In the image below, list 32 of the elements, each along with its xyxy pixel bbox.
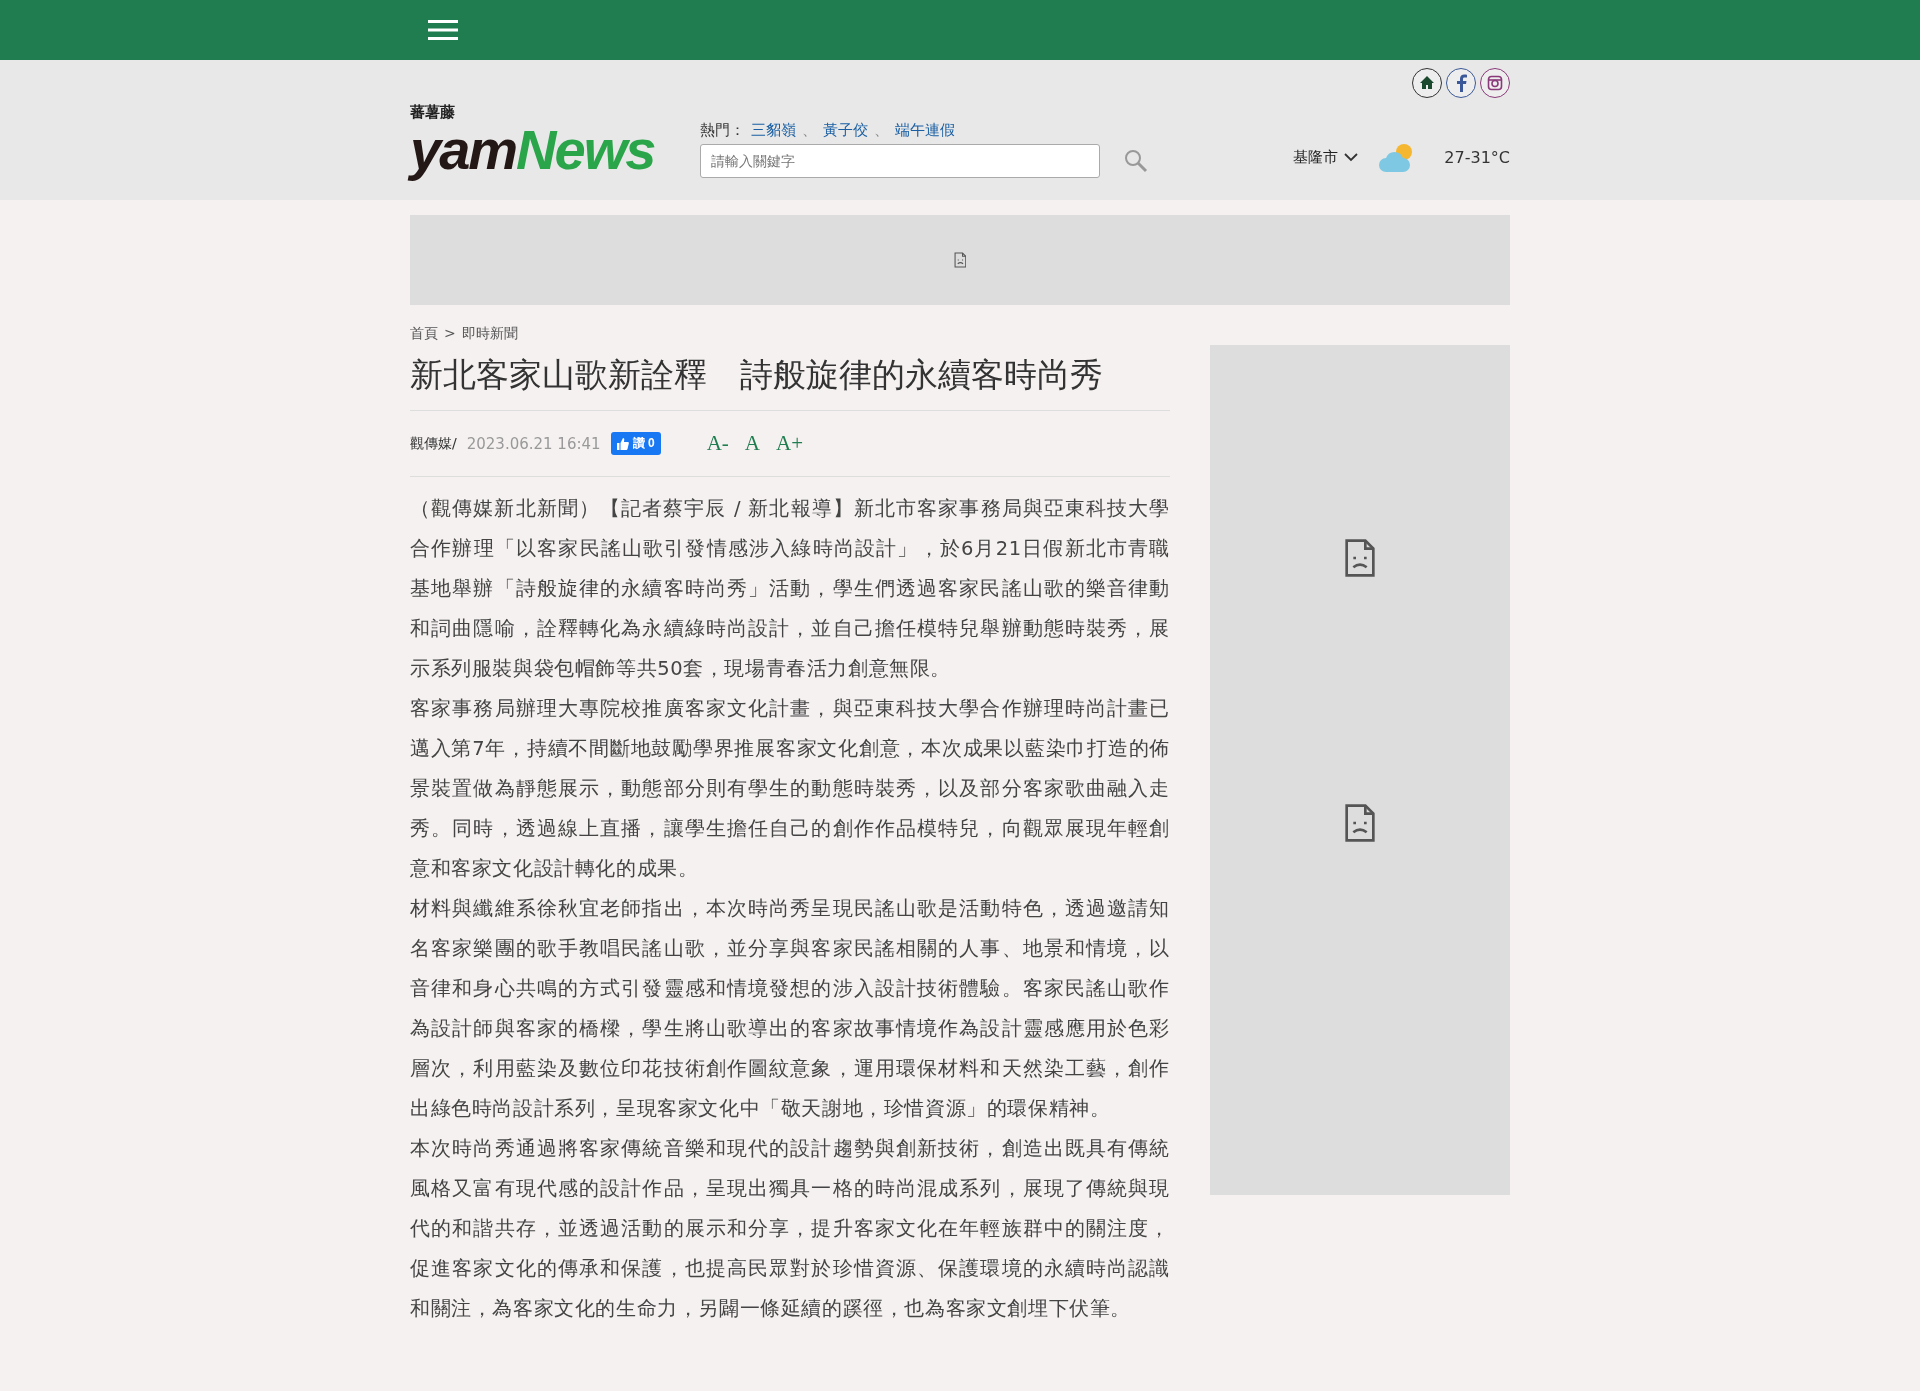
broken-image-icon [953, 252, 967, 268]
search-field[interactable]: 請輸入關鍵字 [700, 144, 1100, 178]
instagram-icon[interactable] [1480, 68, 1510, 98]
article-source: 觀傳媒/ [410, 434, 457, 453]
article-paragraph: 材料與纖維系徐秋宜老師指出，本次時尚秀呈現民謠山歌是活動特色，透過邀請知名客家樂團的歌手教唱民謠山歌，並分享與客家民謠相關的人事、地景和情境，以音律和身心共鳴的方式引發靈感和情境發想的涉入設計技術體驗。客家民謠山歌作為設計師與客家的橋樑，學生將山歌導出的客家故事情境作為設計靈感應用於色彩層次，利用藍染及數位印花技術創作圖紋意象，運用環保材料和天然染工藝，創作出綠色時尚設計系列，呈現客家文化中「敬天謝地，珍惜資源」的環保精神。 [410, 896, 1170, 1122]
hot-topic-link[interactable]: 三貂嶺 [751, 121, 796, 140]
font-size-button[interactable]: A- [706, 431, 729, 456]
breadcrumb-link[interactable]: 即時新聞 [461, 325, 518, 343]
city-dropdown[interactable]: 基隆市 [1287, 146, 1365, 168]
breadcrumb-link[interactable]: 首頁 [410, 325, 438, 343]
thumbs-up-icon [616, 437, 629, 450]
chevron-down-icon [1344, 152, 1359, 162]
facebook-icon[interactable] [1446, 68, 1476, 98]
hot-label: 熱門： [700, 121, 745, 140]
broken-image-icon [1344, 802, 1376, 843]
broken-image-icon [1344, 537, 1376, 578]
temperature: 27-31°C [1444, 147, 1510, 167]
separator: 、 [802, 121, 817, 140]
hot-topic-link[interactable]: 黃子佼 [823, 121, 868, 140]
article-paragraph: （觀傳媒新北新聞）【記者蔡宇辰 / 新北報導】新北市客家事務局與亞東科技大學合作辦理「以客家民謠山歌引發情感涉入綠時尚設計」，於6月21日假新北市青職基地舉辦「詩般旋律的永續客時尚秀」活動，學生們透過客家民謠山歌的樂音律動和詞曲隱喻，詮釋轉化為永續綠時尚設計，並自己擔任模特兒舉辦動態時裝秀，展示系列服裝與袋包帽飾等共50套，現場青春活力創意無限。 [410, 496, 1170, 682]
separator: 、 [874, 121, 889, 140]
article-paragraph: 本次時尚秀通過將客家傳統音樂和現代的設計趨勢與創新技術，創造出既具有傳統風格又富有現代感的設計作品，呈現出獨具一格的時尚混成系列，展現了傳統與現代的和諧共存，並透過活動的展示和分享，提升客家文化在年輕族群中的關注度，促進客家文化的傳承和保護，也提高民眾對於珍惜資源、保護環境的永續時尚認識和關注，為客家文化的生命力，另闢一條延續的蹊徑，也為客家文創埋下伏筆。 [410, 1136, 1170, 1322]
like-button[interactable]: 讚 0 [610, 432, 661, 455]
article-date: 2023.06.21 16:41 [466, 434, 601, 453]
font-size-button[interactable]: A+ [776, 431, 803, 456]
hot-topic-link[interactable]: 端午連假 [895, 121, 955, 140]
article-paragraph: 客家事務局辦理大專院校推廣客家文化計畫，與亞東科技大學合作辦理時尚計畫已邁入第7年，持續不間斷地鼓勵學界推展客家文化創意，本次成果以藍染巾打造的佈景裝置做為靜態展示，動態部分則有學生的動態時裝秀，以及部分客家歌曲融入走秀。同時，透過線上直播，讓學生擔任自己的創作作品模特兒，向觀眾展現年輕創意和客家文化設計轉化的成果。 [410, 696, 1170, 882]
logo-subtitle: 蕃薯藤 [410, 103, 456, 122]
article-title: 新北客家山歌新詮釋 詩般旋律的永續客時尚秀 [410, 353, 1170, 411]
breadcrumb-separator: > [444, 325, 456, 343]
font-size-button[interactable]: A [744, 431, 760, 456]
home-icon[interactable] [1412, 68, 1442, 98]
